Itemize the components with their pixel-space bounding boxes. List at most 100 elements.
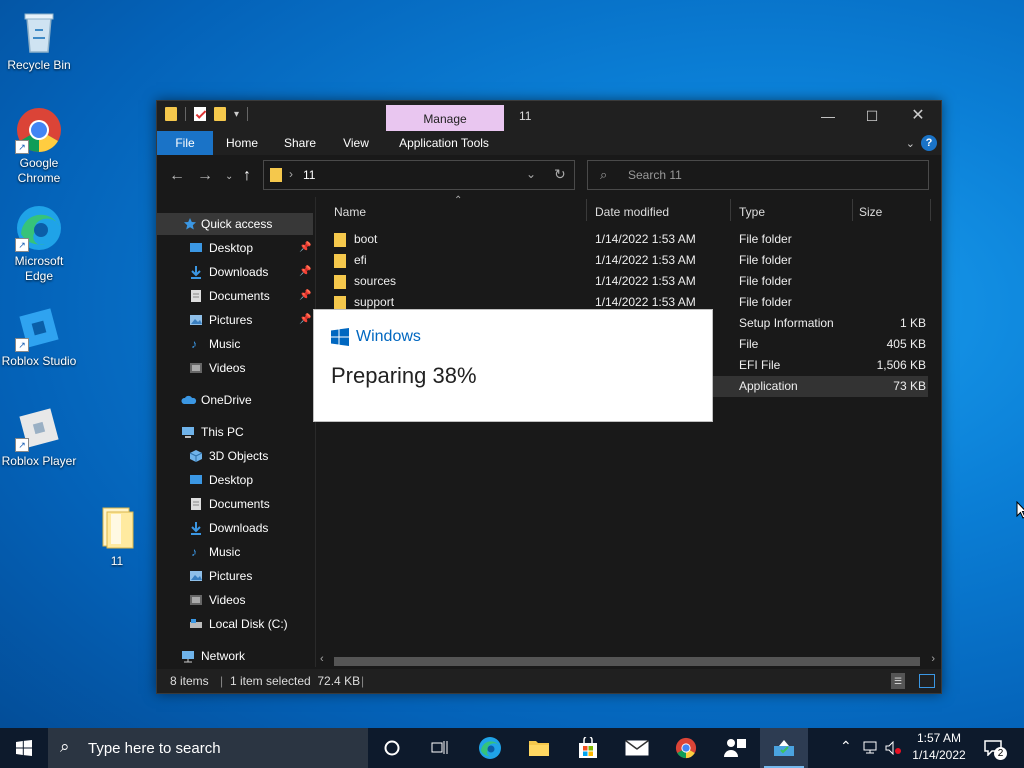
expand-ribbon-icon[interactable]: ⌄ [906,137,915,150]
file-size: 73 KB [893,379,926,393]
nav-item-onedrive[interactable]: OneDrive [157,389,313,411]
tab-application-tools[interactable]: Application Tools [393,131,495,155]
column-header-date-modified[interactable]: Date modified [595,197,725,227]
chevron-down-icon[interactable]: ▾ [234,109,239,120]
taskbar-chrome[interactable] [662,728,710,768]
title-bar[interactable]: ▾ Manage 11 — ☐ ✕ [157,101,941,131]
nav-item-pictures[interactable]: Pictures [157,565,313,587]
taskbar-setup-app[interactable] [760,728,808,768]
nav-item-music[interactable]: ♪ Music [157,541,313,563]
desktop-icon-label: Google Chrome [17,156,61,185]
desktop-icon-microsoft-edge[interactable]: ↗ Microsoft Edge [0,204,78,284]
nav-item-label: OneDrive [201,393,252,407]
column-header-name[interactable]: Name [334,197,584,227]
refresh-icon[interactable]: ↻ [554,166,566,183]
tab-share[interactable]: Share [277,131,323,155]
file-size: 1,506 KB [876,358,926,372]
horizontal-scrollbar[interactable]: ‹ › [316,653,939,669]
table-row[interactable]: sources 1/14/2022 1:53 AM File folder [316,271,928,292]
videos-icon [190,595,202,605]
close-button[interactable]: ✕ [895,101,941,131]
search-input[interactable] [626,166,910,184]
pictures-icon [190,571,202,581]
nav-item-desktop[interactable]: Desktop [157,469,313,491]
recent-locations-icon[interactable]: ⌄ [225,171,233,182]
up-arrow-icon[interactable]: ↑ [243,167,251,185]
cortana-button[interactable] [368,728,416,768]
network-status-icon[interactable] [863,741,879,755]
volume-muted-icon[interactable] [885,741,901,755]
address-dropdown-icon[interactable]: ⌄ [526,167,536,181]
desktop-icon-google-chrome[interactable]: ↗ Google Chrome [0,106,78,186]
address-bar[interactable]: › 11 ⌄ ↻ [263,160,575,190]
pin-icon[interactable]: 📌 [299,285,311,307]
nav-item-this-pc[interactable]: This PC [157,421,313,443]
system-clock[interactable]: 1:57 AM 1/14/2022 [905,730,973,764]
column-divider[interactable] [586,199,587,221]
new-folder-icon[interactable] [214,107,226,121]
forward-arrow-icon[interactable]: → [197,167,213,185]
documents-icon [191,290,201,302]
taskbar-people[interactable] [711,728,759,768]
nav-item-local-disk[interactable]: Local Disk (C:) [157,613,313,635]
large-icons-view-icon[interactable] [919,674,935,688]
taskbar-store[interactable] [564,728,612,768]
scroll-left-icon[interactable]: ‹ [320,653,324,665]
properties-icon[interactable] [194,107,206,121]
desktop-icon-label: Recycle Bin [7,58,71,72]
nav-item-3d-objects[interactable]: 3D Objects [157,445,313,467]
column-header-size[interactable]: Size [859,197,919,227]
table-row[interactable]: boot 1/14/2022 1:53 AM File folder [316,229,928,250]
scroll-right-icon[interactable]: › [931,653,935,665]
nav-item-pictures[interactable]: Pictures 📌 [157,309,313,331]
tab-manage[interactable]: Manage [386,105,504,131]
search-icon: ⌕ [600,167,608,182]
start-button[interactable] [0,728,48,768]
tab-home[interactable]: Home [219,131,265,155]
nav-item-videos[interactable]: Videos [157,357,313,379]
column-divider[interactable] [852,199,853,221]
nav-item-desktop[interactable]: Desktop 📌 [157,237,313,259]
details-view-icon[interactable]: ☰ [891,673,905,689]
nav-item-documents[interactable]: Documents [157,493,313,515]
desktop-icon-roblox-studio[interactable]: ↗ Roblox Studio [0,304,78,369]
task-view-button[interactable] [416,728,464,768]
pin-icon[interactable]: 📌 [299,309,311,331]
scrollbar-thumb[interactable] [334,657,920,666]
desktop-icon-roblox-player[interactable]: ↗ Roblox Player [0,404,78,469]
minimize-button[interactable]: — [805,101,851,131]
desktop-icon-folder-11[interactable]: 11 [78,504,156,569]
nav-item-music[interactable]: ♪ Music [157,333,313,355]
back-arrow-icon[interactable]: ← [169,167,185,185]
nav-item-videos[interactable]: Videos [157,589,313,611]
help-icon[interactable]: ? [921,135,937,151]
edge-icon [479,737,501,759]
nav-item-quick-access[interactable]: Quick access [157,213,313,235]
nav-item-downloads[interactable]: Downloads [157,517,313,539]
notification-center-button[interactable]: 2 [976,728,1016,768]
taskbar-file-explorer[interactable] [515,728,563,768]
show-hidden-icons-icon[interactable]: ⌃ [840,738,852,755]
nav-item-network[interactable]: Network [157,645,313,667]
tab-file[interactable]: File [157,131,213,155]
pin-icon[interactable]: 📌 [299,261,311,283]
column-divider[interactable] [730,199,731,221]
taskbar-edge[interactable] [466,728,514,768]
breadcrumb-chevron-icon[interactable]: › [289,167,293,181]
taskbar-search-box[interactable]: ⌕ Type here to search [48,728,368,768]
column-header-type[interactable]: Type [739,197,849,227]
taskbar-mail[interactable] [613,728,661,768]
file-type: File folder [739,295,792,309]
tab-view[interactable]: View [333,131,379,155]
breadcrumb[interactable]: 11 [303,168,315,182]
table-row[interactable]: efi 1/14/2022 1:53 AM File folder [316,250,928,271]
column-divider[interactable] [930,199,931,221]
nav-item-label: Videos [209,593,246,607]
maximize-button[interactable]: ☐ [849,101,895,131]
nav-item-label: Pictures [209,313,253,327]
nav-item-documents[interactable]: Documents 📌 [157,285,313,307]
search-box[interactable]: ⌕ [587,160,929,190]
nav-item-downloads[interactable]: Downloads 📌 [157,261,313,283]
pin-icon[interactable]: 📌 [299,237,311,259]
desktop-icon-recycle-bin[interactable]: Recycle Bin [0,8,78,73]
